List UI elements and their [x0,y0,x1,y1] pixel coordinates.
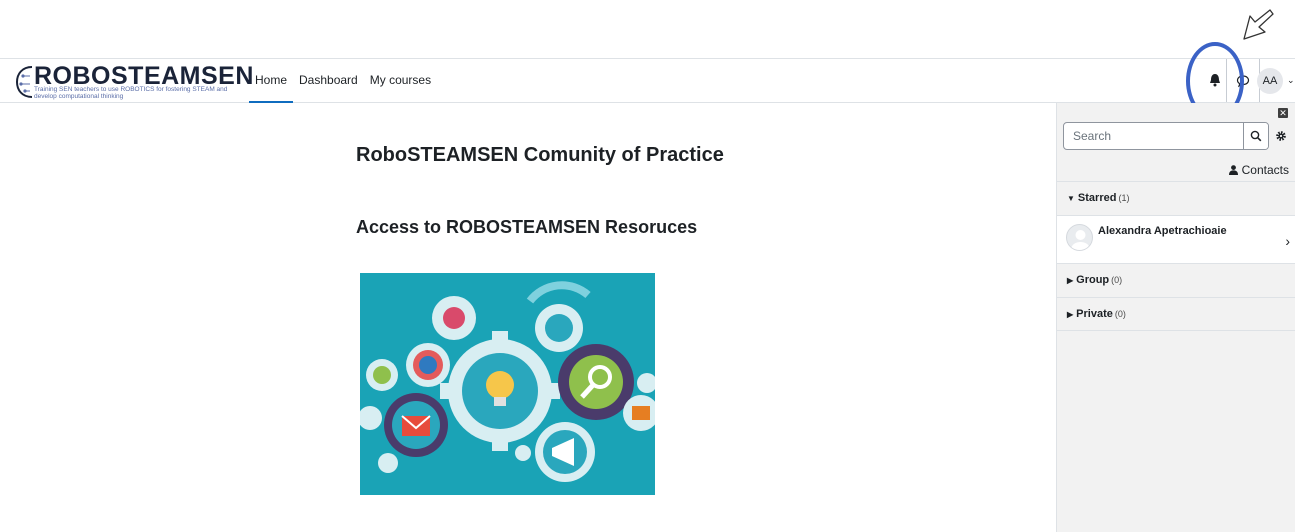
section-private[interactable]: ▶ Private (0) [1057,297,1295,331]
caret-down-icon: ▼ [1067,194,1075,203]
nav-link-dashboard[interactable]: Dashboard [293,59,364,102]
message-search-input[interactable] [1064,123,1244,149]
close-drawer-icon[interactable]: ✕ [1278,108,1288,118]
default-user-icon [1070,230,1091,250]
mouse-cursor-icon [1243,9,1274,40]
section-label: Group [1076,274,1110,286]
site-logo[interactable]: ROBOSTEAMSEN Training SEN teachers to us… [14,62,253,102]
user-avatar[interactable]: AA [1257,68,1283,94]
messages-toggle-button[interactable] [1226,59,1260,102]
chevron-right-icon: › [1285,233,1290,249]
section-starred[interactable]: ▼ Starred (1) [1057,181,1295,215]
contact-name: Alexandra Apetrachioaie [1098,225,1227,237]
user-icon [1228,165,1238,175]
robot-head-logo-icon [15,66,33,98]
caret-right-icon: ▶ [1067,276,1074,285]
search-icon [1250,130,1262,142]
messages-drawer: ✕ Contacts ▼Starred(1) [1056,103,1295,532]
message-search-box [1063,122,1269,150]
top-navbar: ROBOSTEAMSEN Training SEN teachers to us… [0,58,1295,103]
magnifier-gear-icon [558,344,634,420]
section-group[interactable]: ▶ Group (0) [1057,263,1295,297]
page-title: RoboSTEAMSEN Comunity of Practice [356,144,724,166]
nav-link-my-courses[interactable]: My courses [364,59,437,102]
gear-icon[interactable] [1275,130,1287,142]
primary-navigation: Home Dashboard My courses [249,59,437,103]
envelope-gear-icon [384,393,448,457]
globe-gear-icon [406,343,450,387]
megaphone-gear-icon [535,422,595,482]
section-count: (0) [1111,275,1123,285]
section-count: (0) [1114,309,1126,319]
section-label: Private [1076,308,1113,320]
contacts-label: Contacts [1241,163,1289,177]
nav-link-home[interactable]: Home [249,59,294,103]
caret-right-icon: ▶ [1067,310,1074,319]
logo-tagline: Training SEN teachers to use ROBOTICS fo… [34,86,228,100]
contact-avatar [1066,224,1093,251]
contact-row[interactable]: Alexandra Apetrachioaie › [1057,215,1295,263]
user-menu-chevron-down-icon[interactable]: ⌄ [1287,75,1295,86]
gears-illustration-image [360,273,655,495]
notification-bell-icon[interactable] [1209,73,1221,87]
search-button[interactable] [1243,123,1268,149]
section-heading: Access to ROBOSTEAMSEN Resoruces [356,217,698,237]
section-count: (1) [1118,193,1130,203]
speech-bubble-icon [1236,74,1250,87]
section-label: Starred [1077,192,1117,204]
contacts-link[interactable]: Contacts [1228,163,1289,177]
